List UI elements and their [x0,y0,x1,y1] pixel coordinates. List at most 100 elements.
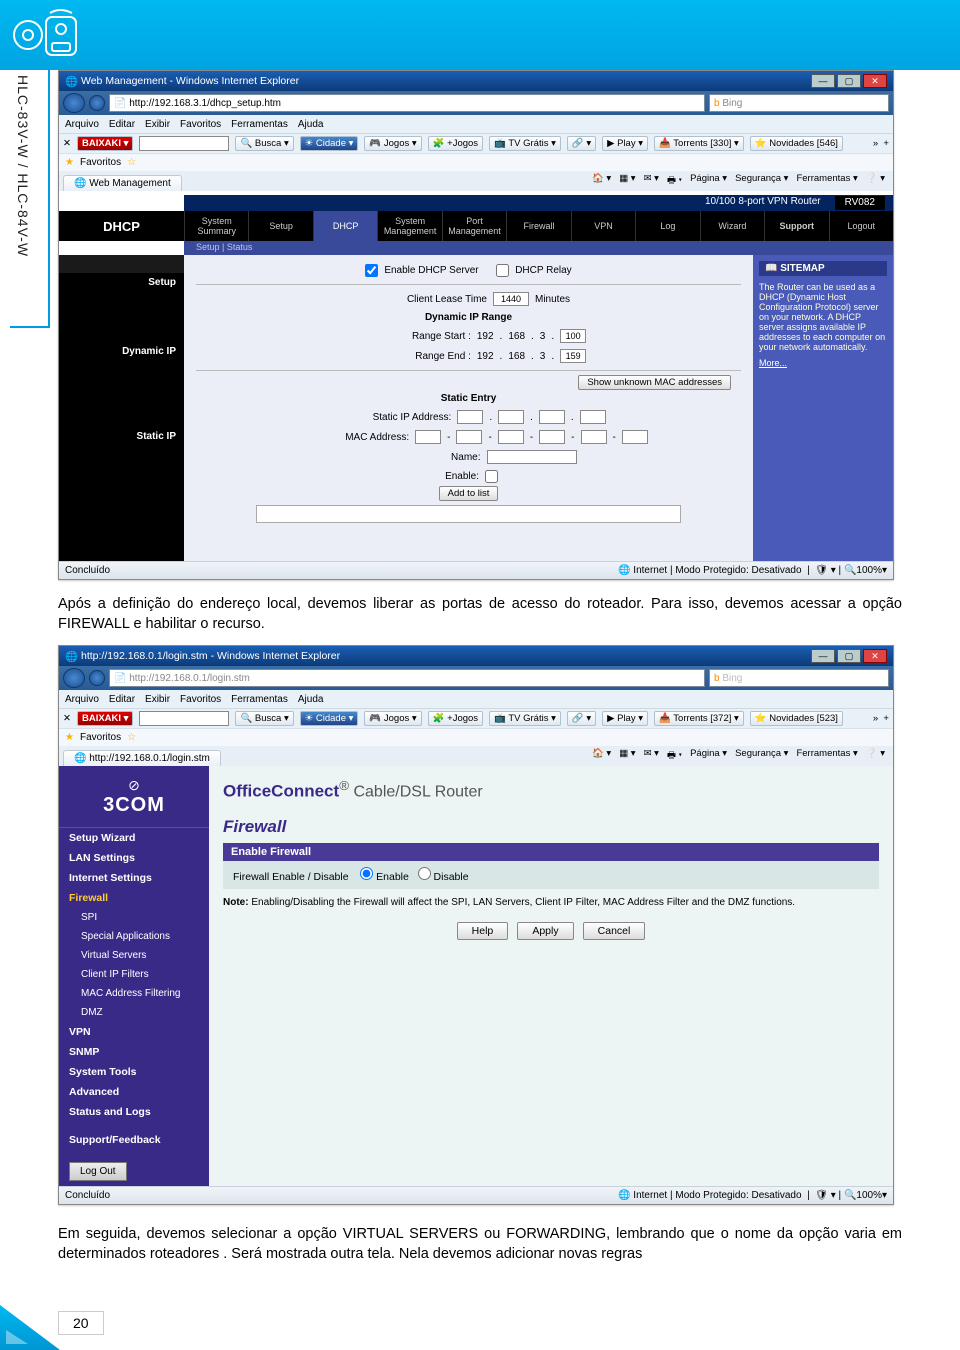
rtab-firewall[interactable]: Firewall [506,211,570,241]
rtab-logout[interactable]: Logout [829,211,893,241]
apply-button[interactable]: Apply [517,922,573,940]
toolbar-novidades[interactable]: ⭐ Novidades [523] [750,711,843,726]
address-bar[interactable]: 📄 http://192.168.3.1/dhcp_setup.htm [109,94,705,112]
tool-ferramentas[interactable]: Ferramentas ▾ [796,173,857,189]
dhcp-relay-checkbox[interactable] [496,264,509,277]
menu-exibir[interactable]: Exibir [145,119,170,130]
help-button[interactable]: Help [457,922,509,940]
browser-tab[interactable]: 🌐 http://192.168.0.1/login.stm [63,750,221,766]
nav-support[interactable]: Support/Feedback [59,1130,209,1150]
status-protect-icon[interactable]: 🛡 ▾ [815,565,836,576]
rtab-support[interactable]: Support [764,211,828,241]
toolbar-play[interactable]: ▶ Play ▾ [602,136,648,151]
nav-clientip[interactable]: Client IP Filters [59,965,209,984]
address-bar[interactable]: 📄 http://192.168.0.1/login.stm [109,669,705,687]
toolbar-maisjogos[interactable]: 🧩 +Jogos [428,136,483,151]
forward-button[interactable] [89,95,105,111]
sitemap-more[interactable]: More... [759,358,887,368]
logout-button[interactable]: Log Out [69,1162,127,1181]
nav-advanced[interactable]: Advanced [59,1082,209,1102]
nav-status[interactable]: Status and Logs [59,1102,209,1122]
toolbar-cidade[interactable]: ☀ Cidade ▾ [300,136,359,151]
mail-icon[interactable]: ✉ ▾ [644,173,659,189]
favorites-label[interactable]: Favoritos [80,732,121,743]
static-ip-4[interactable] [580,410,606,424]
rtab-vpn[interactable]: VPN [571,211,635,241]
toolbar-search[interactable] [139,136,229,151]
tool-pagina[interactable]: Página ▾ [690,173,727,189]
menu-editar[interactable]: Editar [109,694,135,705]
feed-icon[interactable]: ▦ ▾ [619,748,635,764]
sitemap-title[interactable]: 📖 SITEMAP [759,261,887,276]
search-box[interactable]: b Bing [709,94,889,112]
static-ip-2[interactable] [498,410,524,424]
baixaki-icon[interactable]: BAIXAKI ▾ [77,711,133,726]
menu-arquivo[interactable]: Arquivo [65,119,99,130]
toolbar-novidades[interactable]: ⭐ Novidades [546] [750,136,843,151]
menu-exibir[interactable]: Exibir [145,694,170,705]
toolbar-jogos[interactable]: 🎮 Jogos ▾ [364,711,421,726]
back-button[interactable] [63,93,85,113]
help-icon[interactable]: ❔ ▾ [866,748,885,764]
maximize-button[interactable]: ▢ [837,649,861,663]
nav-snmp[interactable]: SNMP [59,1042,209,1062]
forward-button[interactable] [89,670,105,686]
menu-ferramentas[interactable]: Ferramentas [231,694,288,705]
maximize-button[interactable]: ▢ [837,74,861,88]
tool-seguranca[interactable]: Segurança ▾ [735,173,788,189]
mac-6[interactable] [622,430,648,444]
mac-4[interactable] [539,430,565,444]
static-list[interactable] [256,505,681,523]
rtab-wizard[interactable]: Wizard [700,211,764,241]
nav-dmz[interactable]: DMZ [59,1003,209,1022]
lease-input[interactable] [493,292,529,306]
show-mac-button[interactable]: Show unknown MAC addresses [578,375,731,390]
toolbar-play[interactable]: ▶ Play ▾ [602,711,648,726]
toolbar-tv[interactable]: 📺 TV Grátis ▾ [489,711,561,726]
toolbar-social[interactable]: 🔗 ▾ [567,136,596,151]
menu-favoritos[interactable]: Favoritos [180,119,221,130]
menu-arquivo[interactable]: Arquivo [65,694,99,705]
menu-ajuda[interactable]: Ajuda [298,694,324,705]
range-start-input[interactable] [560,329,586,343]
minimize-button[interactable]: — [811,649,835,663]
print-icon[interactable]: 🖶 ▾ [667,173,682,189]
mail-icon[interactable]: ✉ ▾ [644,748,659,764]
mac-1[interactable] [415,430,441,444]
static-ip-3[interactable] [539,410,565,424]
toolbar-cidade[interactable]: ☀ Cidade ▾ [300,711,359,726]
baixaki-icon[interactable]: BAIXAKI ▾ [77,136,133,151]
nav-special[interactable]: Special Applications [59,927,209,946]
status-zoom[interactable]: 100% [856,565,882,576]
name-input[interactable] [487,450,577,464]
feed-icon[interactable]: ▦ ▾ [619,173,635,189]
toolbar-tv[interactable]: 📺 TV Grátis ▾ [489,136,561,151]
toolbar-torrents[interactable]: 📥 Torrents [330] ▾ [654,136,744,151]
tool-seguranca[interactable]: Segurança ▾ [735,748,788,764]
nav-internet[interactable]: Internet Settings [59,868,209,888]
minimize-button[interactable]: — [811,74,835,88]
nav-tools[interactable]: System Tools [59,1062,209,1082]
star-icon[interactable]: ★ [65,157,74,168]
status-protect-icon[interactable]: 🛡 ▾ [815,1190,836,1201]
toolbar-busca[interactable]: 🔍 Busca ▾ [235,136,293,151]
status-zoom[interactable]: 100% [856,1190,882,1201]
zoom-icon[interactable]: 🔍 [844,1190,856,1201]
enable-dhcp-checkbox[interactable] [365,264,378,277]
mac-2[interactable] [456,430,482,444]
help-icon[interactable]: ❔ ▾ [866,173,885,189]
toolbar-search[interactable] [139,711,229,726]
print-icon[interactable]: 🖶 ▾ [667,748,682,764]
close-button[interactable]: ✕ [863,74,887,88]
enable-checkbox[interactable] [485,470,498,483]
toolbar-torrents[interactable]: 📥 Torrents [372] ▾ [654,711,744,726]
range-end-input[interactable] [560,349,586,363]
back-button[interactable] [63,668,85,688]
fav-suggest-icon[interactable]: ☆ [127,732,136,743]
add-to-list-button[interactable]: Add to list [439,486,499,501]
menu-favoritos[interactable]: Favoritos [180,694,221,705]
toolbar-jogos[interactable]: 🎮 Jogos ▾ [364,136,421,151]
menu-ferramentas[interactable]: Ferramentas [231,119,288,130]
nav-spi[interactable]: SPI [59,908,209,927]
enable-radio[interactable] [360,867,373,880]
